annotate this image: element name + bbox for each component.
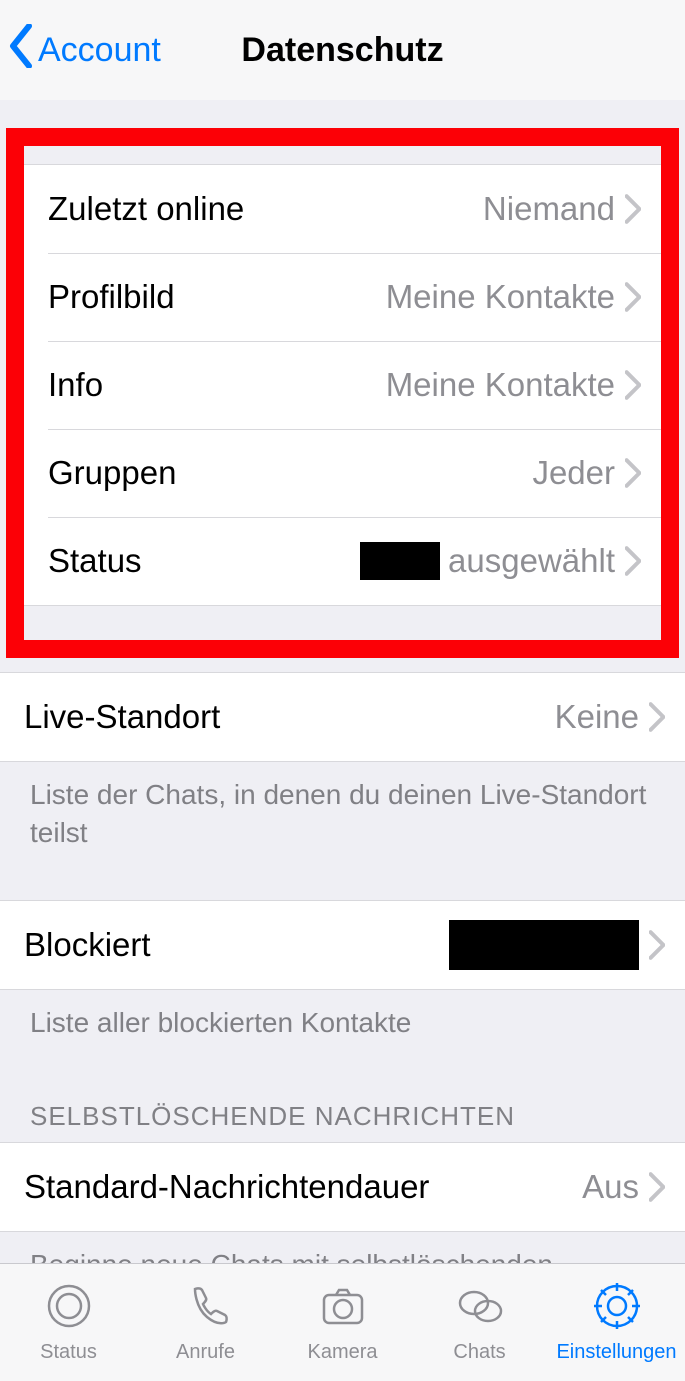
row-live-location[interactable]: Live-Standort Keine <box>0 673 685 761</box>
row-value: Niemand <box>483 190 615 228</box>
row-label: Status <box>48 542 360 580</box>
back-label: Account <box>38 31 161 70</box>
tab-label: Kamera <box>307 1341 377 1364</box>
row-value <box>449 920 639 970</box>
row-label: Standard-Nachrichtendauer <box>24 1168 582 1206</box>
chevron-right-icon <box>625 458 641 488</box>
chevron-left-icon <box>8 24 34 77</box>
tab-label: Einstellungen <box>556 1341 676 1364</box>
row-value-text: ausgewählt <box>448 542 615 580</box>
disappearing-group: Standard-Nachrichtendauer Aus <box>0 1142 685 1232</box>
tab-label: Chats <box>453 1341 505 1364</box>
redacted-block <box>449 920 639 970</box>
row-value: ausgewählt <box>360 542 615 580</box>
chevron-right-icon <box>625 194 641 224</box>
row-about[interactable]: Info Meine Kontakte <box>24 341 661 429</box>
privacy-visibility-group: Zuletzt online Niemand Profilbild Meine … <box>24 164 661 606</box>
row-groups[interactable]: Gruppen Jeder <box>24 429 661 517</box>
row-label: Zuletzt online <box>48 190 483 228</box>
tab-chats[interactable]: Chats <box>411 1264 548 1381</box>
row-blocked[interactable]: Blockiert <box>0 901 685 989</box>
status-icon <box>44 1281 94 1337</box>
blocked-group: Blockiert <box>0 900 685 990</box>
disappearing-header: SELBSTLÖSCHENDE NACHRICHTEN <box>0 1053 685 1142</box>
row-label: Blockiert <box>24 926 449 964</box>
chevron-right-icon <box>649 702 665 732</box>
row-label: Gruppen <box>48 454 532 492</box>
content-scroll: Zuletzt online Niemand Profilbild Meine … <box>0 100 685 1263</box>
navbar: Account Datenschutz <box>0 0 685 100</box>
chevron-right-icon <box>649 930 665 960</box>
row-label: Profilbild <box>48 278 386 316</box>
tab-label: Status <box>40 1341 97 1364</box>
back-button[interactable]: Account <box>8 24 161 77</box>
row-label: Live-Standort <box>24 698 555 736</box>
row-profile-photo[interactable]: Profilbild Meine Kontakte <box>24 253 661 341</box>
chevron-right-icon <box>625 282 641 312</box>
tab-camera[interactable]: Kamera <box>274 1264 411 1381</box>
row-value: Meine Kontakte <box>386 278 615 316</box>
row-status[interactable]: Status ausgewählt <box>24 517 661 605</box>
camera-icon <box>318 1281 368 1337</box>
chat-icon <box>455 1281 505 1337</box>
chevron-right-icon <box>625 546 641 576</box>
chevron-right-icon <box>649 1172 665 1202</box>
gear-icon <box>592 1281 642 1337</box>
phone-icon <box>181 1281 231 1337</box>
row-value: Keine <box>555 698 639 736</box>
disappearing-note: Beginne neue Chats mit selbstlöschenden <box>0 1232 685 1263</box>
tab-settings[interactable]: Einstellungen <box>548 1264 685 1381</box>
tab-label: Anrufe <box>176 1341 235 1364</box>
highlight-box: Zuletzt online Niemand Profilbild Meine … <box>6 128 679 658</box>
tabbar: Status Anrufe Kamera Chats Eins <box>0 1263 685 1381</box>
live-location-note: Liste der Chats, in denen du deinen Live… <box>0 762 685 864</box>
tab-calls[interactable]: Anrufe <box>137 1264 274 1381</box>
row-value: Aus <box>582 1168 639 1206</box>
row-default-timer[interactable]: Standard-Nachrichtendauer Aus <box>0 1143 685 1231</box>
redacted-block <box>360 542 440 580</box>
live-location-group: Live-Standort Keine <box>0 672 685 762</box>
row-last-seen[interactable]: Zuletzt online Niemand <box>24 165 661 253</box>
chevron-right-icon <box>625 370 641 400</box>
blocked-note: Liste aller blockierten Kontakte <box>0 990 685 1054</box>
row-value: Jeder <box>532 454 615 492</box>
row-value: Meine Kontakte <box>386 366 615 404</box>
row-label: Info <box>48 366 386 404</box>
tab-status[interactable]: Status <box>0 1264 137 1381</box>
